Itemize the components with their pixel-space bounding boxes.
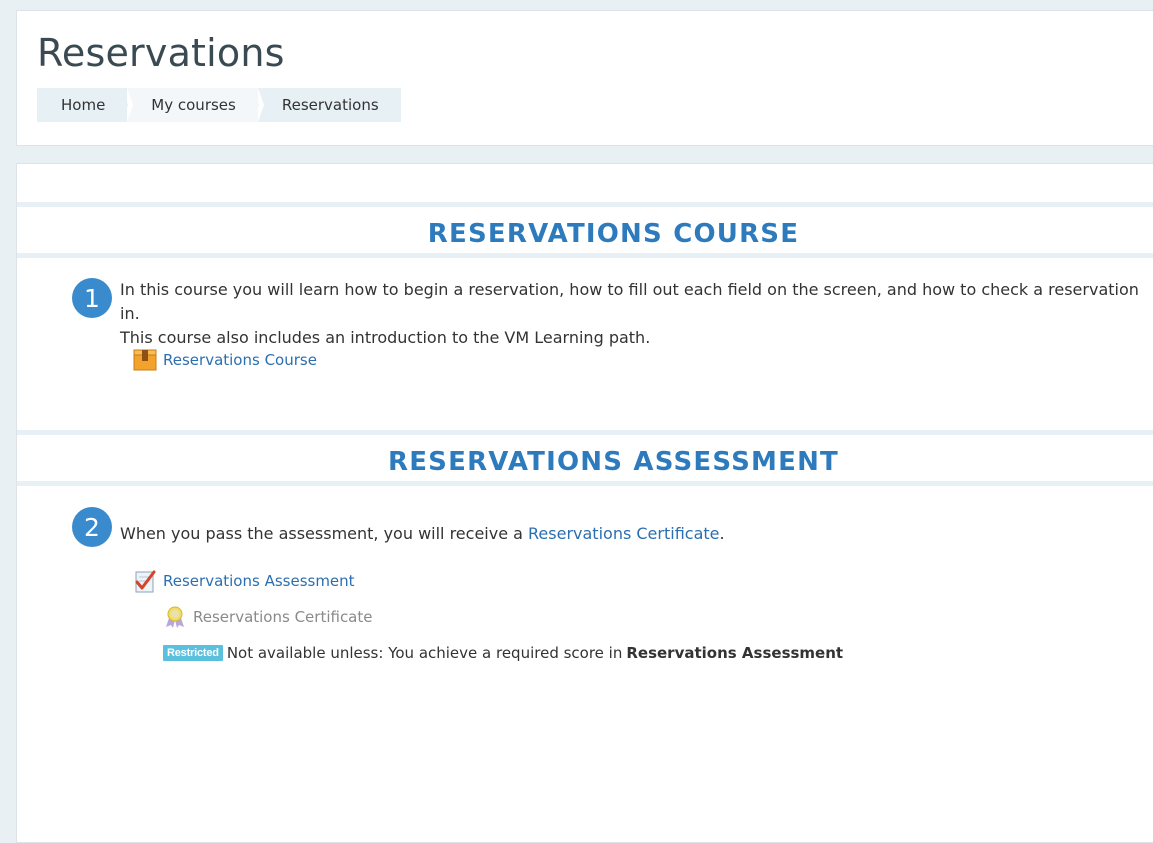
activity-reservations-certificate: Reservations Certificate [163,605,373,629]
activity-reservations-assessment[interactable]: Reservations Assessment [133,569,355,593]
summary-text: . [719,524,725,543]
page-title: Reservations [37,31,285,75]
page-header: Reservations Home My courses Reservation… [16,10,1153,146]
quiz-checkmark-icon [133,569,157,593]
activity-link[interactable]: Reservations Course [163,351,317,369]
activity-label-dimmed: Reservations Certificate [193,608,373,626]
restriction-text: Not available unless: You achieve a requ… [226,644,623,662]
summary-line: In this course you will learn how to beg… [120,280,1139,323]
restriction-target: Reservations Assessment [626,644,844,662]
certificate-ribbon-icon [163,605,187,629]
summary-text: When you pass the assessment, you will r… [120,524,529,543]
section-title-course: RESERVATIONS COURSE [427,219,800,249]
availability-restriction: Restricted Not available unless: You ach… [163,644,843,662]
activity-reservations-course[interactable]: Reservations Course [133,348,317,372]
section-summary: In this course you will learn how to beg… [120,278,1153,350]
section-title-assessment: RESERVATIONS ASSESSMENT [388,447,839,477]
course-content: RESERVATIONS COURSE 1 In this course you… [16,163,1153,843]
summary-line: This course also includes an introductio… [120,328,651,347]
section-summary: When you pass the assessment, you will r… [120,522,1153,546]
breadcrumb-my-courses[interactable]: My courses [127,88,264,122]
breadcrumb-reservations[interactable]: Reservations [258,88,401,122]
section-number-badge: 2 [72,507,112,547]
activity-link[interactable]: Reservations Assessment [163,572,355,590]
restricted-badge: Restricted [163,645,223,661]
certificate-link[interactable]: Reservations Certificate [528,524,719,543]
breadcrumb: Home My courses Reservations [37,88,401,122]
section-number-badge: 1 [72,278,112,318]
breadcrumb-home[interactable]: Home [37,88,134,122]
package-icon [133,348,157,372]
